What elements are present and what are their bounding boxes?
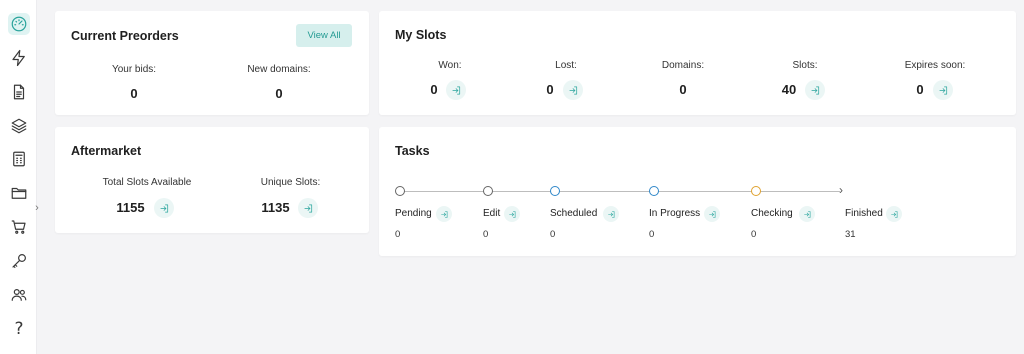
unique-slots-label: Unique Slots:	[260, 177, 321, 188]
task-finished-open-icon[interactable]	[886, 206, 902, 222]
task-scheduled-count: 0	[550, 229, 556, 240]
new-domains-value: 0	[275, 86, 283, 101]
total-slots-value: 1155	[116, 200, 145, 215]
users-icon[interactable]	[8, 284, 30, 306]
unique-slots-value: 1135	[261, 200, 290, 215]
expires-soon-open-icon[interactable]	[933, 80, 953, 100]
task-edit-count: 0	[483, 229, 489, 240]
help-glyph: ?	[14, 319, 24, 339]
sidebar: ?	[0, 0, 37, 354]
tasks-timeline-line	[404, 191, 840, 192]
new-domains-label: New domains:	[247, 64, 311, 75]
task-in-progress-open-icon[interactable]	[704, 206, 720, 222]
task-checking-count: 0	[751, 229, 757, 240]
folder-icon[interactable]	[8, 182, 30, 204]
lightning-icon[interactable]	[8, 47, 30, 69]
task-checking-label: Checking	[751, 208, 793, 219]
task-scheduled-label: Scheduled	[550, 208, 598, 219]
domains-label: Domains:	[661, 60, 705, 71]
aftermarket-title: Aftermarket	[71, 144, 142, 158]
task-finished-count: 31	[845, 229, 856, 240]
task-pending-open-icon[interactable]	[436, 206, 452, 222]
task-pending-label: Pending	[395, 208, 432, 219]
key-icon[interactable]	[8, 250, 30, 272]
my-slots-title: My Slots	[395, 28, 447, 42]
expires-soon-label: Expires soon:	[904, 60, 966, 71]
task-in-progress-label: In Progress	[649, 208, 701, 219]
won-value: 0	[430, 82, 438, 97]
won-label: Won:	[438, 60, 462, 71]
pending-status-dot	[395, 186, 405, 196]
checking-status-dot	[751, 186, 761, 196]
slots-value: 40	[781, 82, 797, 97]
task-pending-count: 0	[395, 229, 401, 240]
your-bids-value: 0	[130, 86, 138, 101]
unique-slots-open-icon[interactable]	[298, 198, 318, 218]
tasks-title: Tasks	[395, 144, 430, 158]
total-slots-open-icon[interactable]	[154, 198, 174, 218]
slots-label: Slots:	[792, 60, 818, 71]
cart-icon[interactable]	[8, 216, 30, 238]
preorders-title: Current Preorders	[71, 29, 179, 43]
view-all-button[interactable]: View All	[296, 24, 352, 47]
edit-status-dot	[483, 186, 493, 196]
expires-soon-value: 0	[916, 82, 924, 97]
document-icon[interactable]	[8, 81, 30, 103]
your-bids-label: Your bids:	[111, 64, 157, 75]
lost-label: Lost:	[555, 60, 577, 71]
in-progress-status-dot	[649, 186, 659, 196]
calculator-icon[interactable]	[8, 148, 30, 170]
help-icon[interactable]: ?	[8, 318, 30, 340]
slots-open-icon[interactable]	[805, 80, 825, 100]
dashboard-gauge-icon[interactable]	[8, 13, 30, 35]
task-in-progress-count: 0	[649, 229, 655, 240]
task-finished-label: Finished	[845, 208, 883, 219]
lost-open-icon[interactable]	[563, 80, 583, 100]
lost-value: 0	[546, 82, 554, 97]
sidebar-collapse-chevron-icon[interactable]: ›	[30, 199, 44, 217]
domains-value: 0	[679, 82, 687, 97]
scheduled-status-dot	[550, 186, 560, 196]
timeline-arrow-icon: ›	[839, 183, 843, 197]
total-slots-label: Total Slots Available	[102, 177, 192, 188]
task-scheduled-open-icon[interactable]	[603, 206, 619, 222]
task-edit-open-icon[interactable]	[504, 206, 520, 222]
won-open-icon[interactable]	[446, 80, 466, 100]
layers-icon[interactable]	[8, 115, 30, 137]
task-checking-open-icon[interactable]	[799, 206, 815, 222]
task-edit-label: Edit	[483, 208, 501, 219]
